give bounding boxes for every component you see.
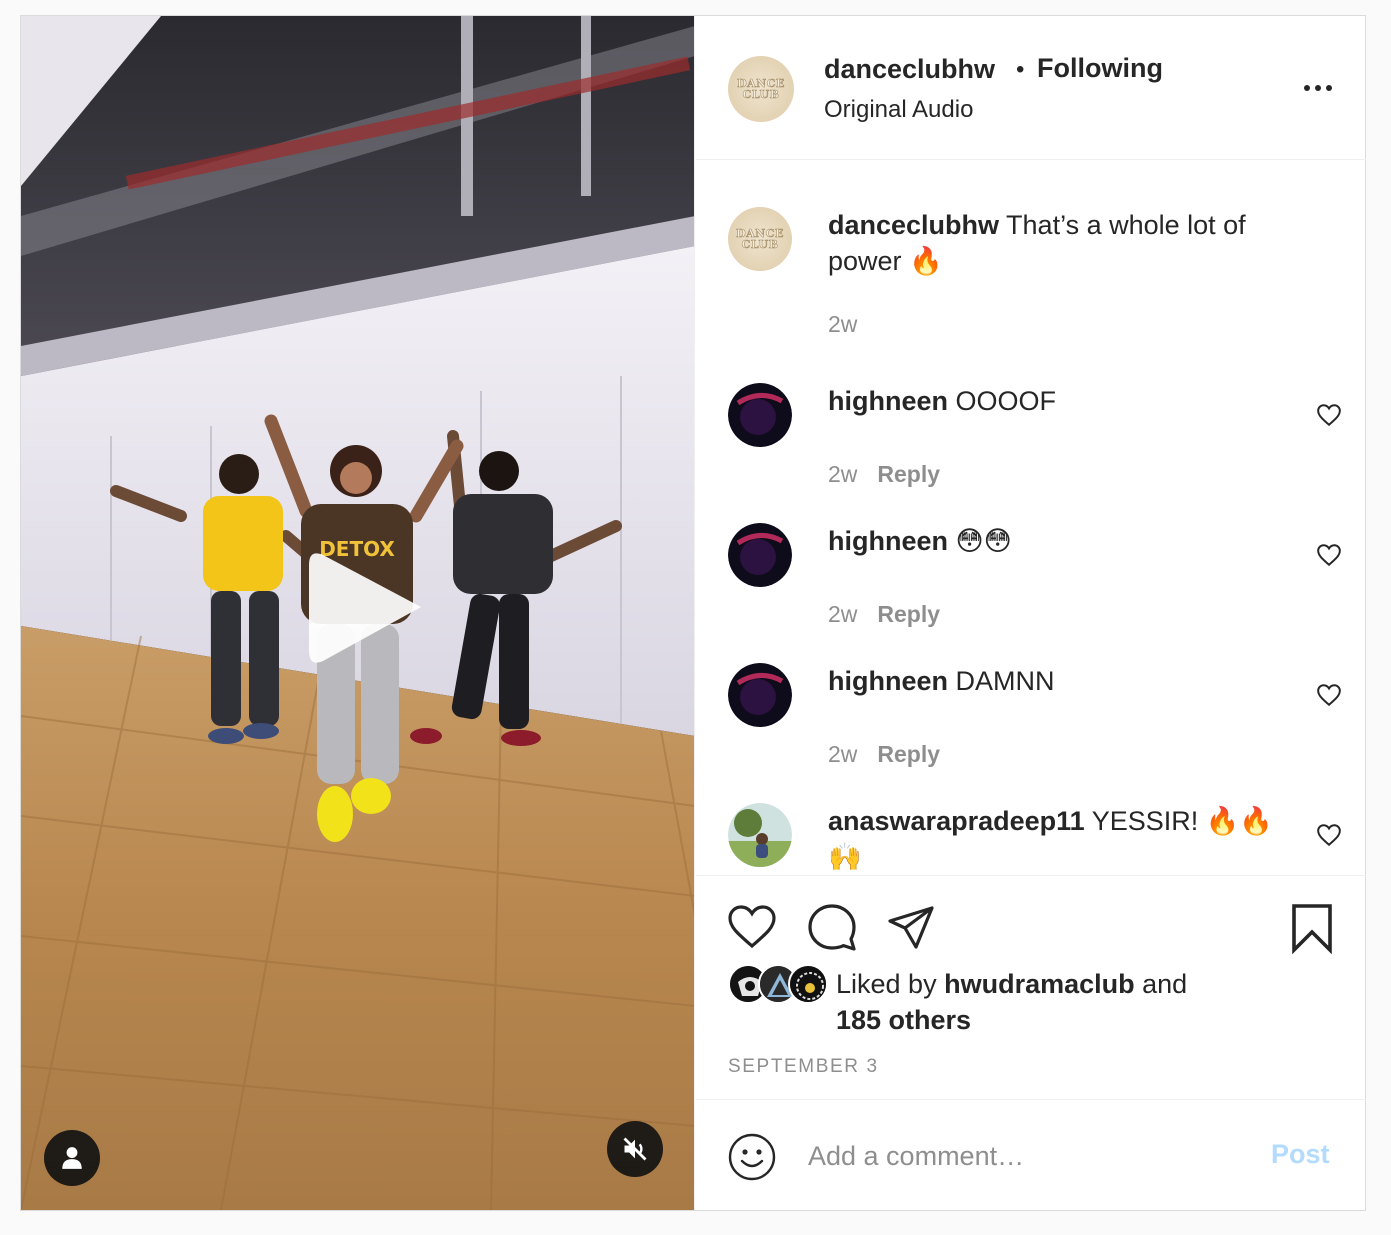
comment-text: highneen DAMNN xyxy=(828,663,1288,699)
liker-avatar xyxy=(788,964,828,1004)
likes-count-link[interactable]: 185 others xyxy=(836,1005,971,1035)
audio-link[interactable]: Original Audio xyxy=(824,96,973,124)
author-username[interactable]: danceclubhw xyxy=(824,54,995,85)
tagged-users-button[interactable] xyxy=(44,1130,100,1186)
avatar-logo-text-bottom: CLUB xyxy=(741,238,779,251)
commenter-avatar[interactable] xyxy=(728,523,792,587)
comment-time[interactable]: 2w xyxy=(828,601,857,627)
commenter-avatar[interactable] xyxy=(728,663,792,727)
comment-content: DAMNN xyxy=(955,666,1055,696)
top-liker-username[interactable]: hwudramaclub xyxy=(944,969,1135,999)
caption-username[interactable]: danceclubhw xyxy=(828,210,999,240)
reply-button[interactable]: Reply xyxy=(877,461,940,487)
speaker-muted-icon xyxy=(623,1137,647,1161)
commenter-avatar[interactable] xyxy=(728,803,792,867)
heart-icon[interactable] xyxy=(726,902,778,950)
caption-text: danceclubhw That’s a whole lot of power … xyxy=(828,207,1288,279)
comment-like-heart-icon[interactable] xyxy=(1316,682,1342,708)
comment-username[interactable]: highneen xyxy=(828,386,948,416)
comments-list[interactable]: DANCE CLUB danceclubhw That’s a whole lo… xyxy=(696,161,1366,875)
comment-bubble-icon[interactable] xyxy=(806,902,858,952)
paper-plane-icon[interactable] xyxy=(886,904,936,950)
comment-content: OOOOF xyxy=(955,386,1057,416)
comment-like-heart-icon[interactable] xyxy=(1316,402,1342,428)
reply-button[interactable]: Reply xyxy=(877,741,940,767)
comment-username[interactable]: highneen xyxy=(828,666,948,696)
post-comment-button[interactable]: Post xyxy=(1271,1139,1330,1170)
smiley-icon[interactable] xyxy=(728,1133,776,1181)
video-player[interactable]: DETOX xyxy=(21,16,695,1210)
comment-time[interactable]: 2w xyxy=(828,461,857,487)
more-dots-icon xyxy=(1304,85,1310,91)
caption-avatar[interactable]: DANCE CLUB xyxy=(728,207,792,271)
avatar-logo-text-bottom: CLUB xyxy=(742,88,780,101)
comment-meta: 2w Reply xyxy=(828,601,940,628)
comment-text: anaswarapradeep11 YESSIR! 🔥🔥🙌 xyxy=(828,803,1288,875)
caption-time[interactable]: 2w xyxy=(828,311,857,337)
play-icon[interactable] xyxy=(301,543,431,673)
comment-meta: 2w Reply xyxy=(828,741,940,768)
comment-time[interactable]: 2w xyxy=(828,741,857,767)
more-options-button[interactable] xyxy=(1298,76,1338,100)
author-avatar[interactable]: DANCE CLUB xyxy=(728,56,794,122)
caption-meta: 2w xyxy=(828,311,857,338)
comment-username[interactable]: anaswarapradeep11 xyxy=(828,806,1085,836)
follow-status-button[interactable]: Following xyxy=(1037,53,1163,84)
comment-text: highneen OOOOF xyxy=(828,383,1288,419)
liked-by-and: and xyxy=(1142,969,1188,999)
bookmark-icon[interactable] xyxy=(1290,902,1334,954)
reply-button[interactable]: Reply xyxy=(877,601,940,627)
commenter-avatar[interactable] xyxy=(728,383,792,447)
comment-like-heart-icon[interactable] xyxy=(1316,822,1342,848)
comment-input[interactable] xyxy=(808,1136,1248,1176)
person-icon xyxy=(62,1147,82,1169)
likes-summary: Liked by hwudramaclub and 185 others xyxy=(836,966,1236,1038)
add-comment-bar: Post xyxy=(696,1099,1366,1210)
mute-toggle-button[interactable] xyxy=(607,1121,663,1177)
comment-content: 😳😳 xyxy=(955,526,1012,556)
post-card: DETOX DANCE CLUB danceclubhw • Following… xyxy=(20,15,1366,1211)
post-date[interactable]: SEPTEMBER 3 xyxy=(728,1056,879,1078)
header-separator: • xyxy=(1016,56,1025,83)
liked-by-prefix: Liked by xyxy=(836,969,937,999)
comment-meta: 2w Reply xyxy=(828,461,940,488)
post-header: DANCE CLUB danceclubhw • Following Origi… xyxy=(696,16,1366,160)
comment-like-heart-icon[interactable] xyxy=(1316,542,1342,568)
comment-text: highneen 😳😳 xyxy=(828,523,1288,559)
comment-username[interactable]: highneen xyxy=(828,526,948,556)
post-side-panel: DANCE CLUB danceclubhw • Following Origi… xyxy=(696,16,1366,1210)
liked-by-avatars[interactable] xyxy=(728,964,828,1004)
post-actions: Liked by hwudramaclub and 185 others SEP… xyxy=(696,875,1366,1099)
